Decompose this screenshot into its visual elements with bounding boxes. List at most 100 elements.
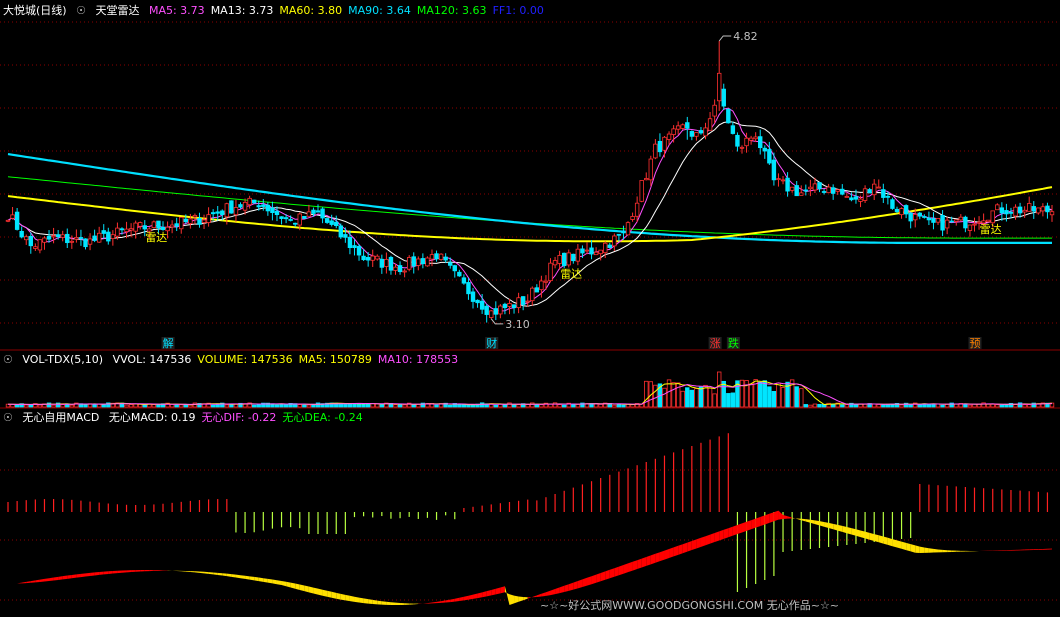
candle-body <box>302 215 307 219</box>
candle-body <box>78 237 84 239</box>
macd-band-segment <box>755 517 761 528</box>
candle-body <box>716 72 722 102</box>
candle-body <box>384 258 389 267</box>
macd-band-segment <box>322 589 328 597</box>
candle-body <box>261 204 266 207</box>
candle-body <box>238 204 243 208</box>
candle-body <box>475 299 480 304</box>
candle-body <box>835 189 840 192</box>
macd-band-segment <box>477 592 483 599</box>
macd-band-segment <box>121 570 127 573</box>
candle-body <box>265 204 271 212</box>
candle-body <box>306 211 312 217</box>
macd-band-segment <box>837 524 843 532</box>
macd-band-segment <box>965 550 970 552</box>
macd-band-segment <box>473 593 478 599</box>
macd-band-segment <box>240 575 246 579</box>
candle-body <box>552 260 558 266</box>
event-label: 解 <box>163 336 174 350</box>
candle-body <box>197 217 202 225</box>
macd-band-segment <box>112 570 118 574</box>
candle-body <box>539 280 544 291</box>
volume-bar <box>530 402 535 408</box>
macd-band-segment <box>90 572 95 576</box>
macd-band-segment <box>646 555 651 566</box>
macd-band-segment <box>254 576 259 582</box>
macd-band-segment <box>258 577 264 582</box>
volume-bar <box>411 404 416 408</box>
candle-body <box>630 216 635 220</box>
macd-band-segment <box>1029 549 1034 551</box>
macd-band-segment <box>910 544 916 553</box>
candle-body <box>92 235 97 241</box>
macd-band-segment <box>527 597 533 599</box>
macd-band-segment <box>678 544 683 555</box>
candle-body <box>338 225 344 238</box>
volume-bar <box>379 404 385 408</box>
stock-chart[interactable]: 4.823.10雷达雷达雷达解财涨跌预 <box>0 0 1060 617</box>
volume-bar <box>507 402 512 408</box>
candle-body <box>872 183 877 196</box>
candle-body <box>251 199 257 204</box>
macd-band-segment <box>190 571 195 573</box>
volume-bar <box>799 388 804 408</box>
macd-band-segment <box>924 547 929 553</box>
candle-body <box>785 177 790 192</box>
macd-band-segment <box>226 573 232 577</box>
macd-band-segment <box>596 573 601 583</box>
macd-band-segment <box>928 548 934 553</box>
candle-body <box>721 88 726 107</box>
candle-body <box>438 253 444 260</box>
candle-body <box>138 222 143 227</box>
macd-band-segment <box>568 582 574 591</box>
macd-band-segment <box>705 534 711 546</box>
volume-bar <box>808 404 813 408</box>
candle-body <box>28 235 33 247</box>
candle-body <box>1017 206 1023 214</box>
candle-body <box>995 204 1000 211</box>
candle-body <box>320 208 325 219</box>
macd-band-segment <box>819 521 825 527</box>
macd-band-segment <box>614 566 619 577</box>
volume-bar <box>689 389 695 408</box>
candle-body <box>644 178 649 181</box>
candle-body <box>958 216 964 221</box>
macd-band-segment <box>103 571 109 575</box>
macd-band-segment <box>131 570 136 573</box>
candle-body <box>87 238 93 245</box>
candle-body <box>33 246 38 249</box>
volume-bar <box>128 404 134 408</box>
macd-band-segment <box>409 603 414 605</box>
macd-band-segment <box>199 571 205 574</box>
macd-band-segment <box>504 586 510 605</box>
volume-bar <box>224 404 230 408</box>
macd-band-segment <box>869 532 875 541</box>
macd-band-segment <box>828 522 834 530</box>
candle-body <box>849 197 854 201</box>
volume-bar <box>233 403 239 408</box>
candle-body <box>666 133 672 140</box>
candle-body <box>51 235 56 238</box>
macd-band-segment <box>846 526 852 535</box>
macd-band-segment <box>641 557 647 568</box>
candle-body <box>270 207 275 213</box>
candle-body <box>142 225 147 230</box>
candle-body <box>821 191 827 193</box>
macd-band-segment <box>135 570 141 572</box>
macd-band-segment <box>783 515 788 519</box>
candle-body <box>361 255 366 261</box>
macd-band-segment <box>723 528 729 539</box>
macd-band-segment <box>559 585 565 594</box>
volume-bar <box>803 404 809 408</box>
macd-band-segment <box>582 577 587 587</box>
candle-body <box>96 232 102 243</box>
candle-body <box>37 239 43 251</box>
macd-band-segment <box>158 570 164 571</box>
macd-band-segment <box>741 521 747 533</box>
candle-body <box>311 209 316 214</box>
volume-bar <box>402 404 407 408</box>
volume-bar <box>502 404 508 408</box>
candle-body <box>101 230 106 234</box>
candle-body <box>420 258 426 265</box>
candle-body <box>963 216 968 229</box>
